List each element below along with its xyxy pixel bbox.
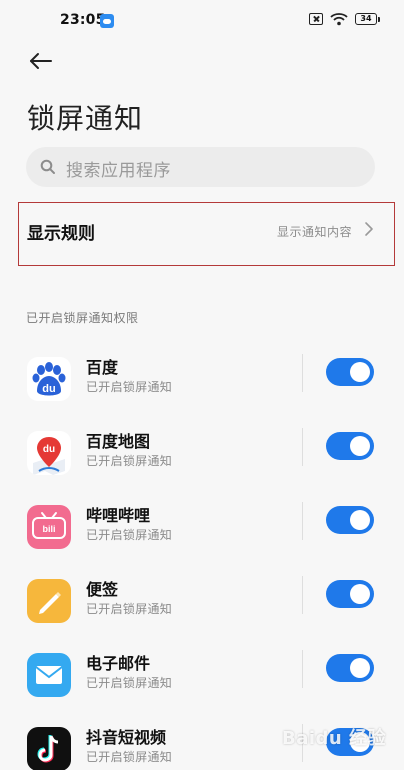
app-name: 电子邮件 <box>86 654 151 673</box>
status-time: 23:05 <box>60 12 106 28</box>
mail-icon <box>27 653 71 697</box>
app-row-bilibili[interactable]: bili 哔哩哔哩 已开启锁屏通知 <box>0 500 404 574</box>
back-button[interactable] <box>28 50 54 72</box>
wifi-icon <box>330 12 348 26</box>
section-header: 已开启锁屏通知权限 <box>26 311 139 325</box>
baidu-icon: du <box>27 357 71 401</box>
search-input[interactable]: 搜索应用程序 <box>26 147 375 187</box>
lock-screen-notification-settings: 23:05 34 锁屏通知 搜索应用程序 显示规则 显示通知内容 已开启锁屏通知… <box>0 0 404 770</box>
row-divider <box>302 502 303 540</box>
svg-text:du: du <box>43 444 55 455</box>
app-row-baidu[interactable]: du 百度 已开启锁屏通知 <box>0 352 404 426</box>
app-name: 百度 <box>86 358 119 377</box>
status-bar: 23:05 34 <box>0 0 404 46</box>
search-placeholder: 搜索应用程序 <box>66 161 171 181</box>
app-name: 百度地图 <box>86 432 151 451</box>
row-divider <box>302 428 303 466</box>
svg-text:bili: bili <box>43 524 56 534</box>
notes-icon <box>27 579 71 623</box>
baidu-map-icon: du <box>27 431 71 475</box>
app-status: 已开启锁屏通知 <box>86 380 173 394</box>
sim-off-icon <box>309 13 323 25</box>
arrow-left-icon <box>30 53 52 69</box>
display-rule-label: 显示规则 <box>27 224 95 244</box>
app-name: 便签 <box>86 580 119 599</box>
app-status: 已开启锁屏通知 <box>86 750 173 764</box>
bilibili-icon: bili <box>27 505 71 549</box>
chevron-right-icon <box>365 222 373 236</box>
toggle-switch[interactable] <box>326 580 374 608</box>
app-notification-icon <box>100 14 114 28</box>
app-row-mail[interactable]: 电子邮件 已开启锁屏通知 <box>0 648 404 722</box>
row-divider <box>302 650 303 688</box>
status-right-icons: 34 <box>309 12 380 26</box>
watermark: Baidu 经验 <box>282 728 387 749</box>
app-status: 已开启锁屏通知 <box>86 454 173 468</box>
display-rule-row[interactable]: 显示规则 显示通知内容 <box>18 202 395 266</box>
app-status: 已开启锁屏通知 <box>86 528 173 542</box>
app-status: 已开启锁屏通知 <box>86 602 173 616</box>
battery-icon: 34 <box>355 13 380 25</box>
app-name: 抖音短视频 <box>86 728 167 747</box>
row-divider <box>302 354 303 392</box>
app-row-notes[interactable]: 便签 已开启锁屏通知 <box>0 574 404 648</box>
toggle-switch[interactable] <box>326 432 374 460</box>
battery-level: 34 <box>355 13 377 25</box>
display-rule-value: 显示通知内容 <box>276 225 352 239</box>
app-status: 已开启锁屏通知 <box>86 676 173 690</box>
toggle-switch[interactable] <box>326 654 374 682</box>
search-icon <box>40 159 55 174</box>
app-name: 哔哩哔哩 <box>86 506 151 525</box>
row-divider <box>302 576 303 614</box>
toggle-switch[interactable] <box>326 506 374 534</box>
app-row-baidu-map[interactable]: du 百度地图 已开启锁屏通知 <box>0 426 404 500</box>
tiktok-icon <box>27 727 71 770</box>
toggle-switch[interactable] <box>326 358 374 386</box>
page-title: 锁屏通知 <box>27 102 144 135</box>
svg-text:du: du <box>42 383 55 395</box>
